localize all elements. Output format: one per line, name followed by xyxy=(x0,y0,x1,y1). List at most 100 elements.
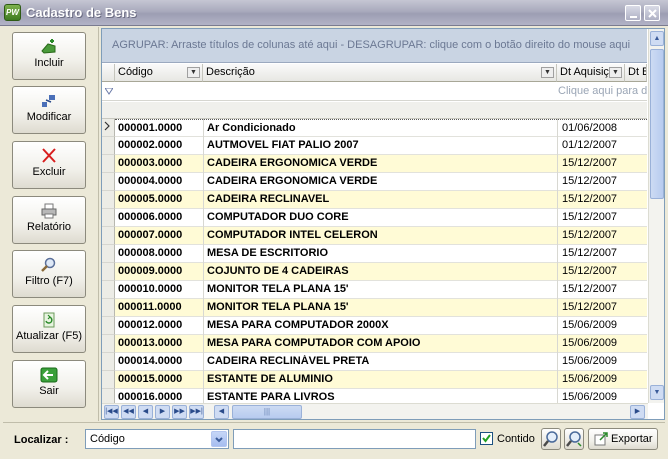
table-row[interactable]: 000005.0000 CADEIRA RECLINAVEL 15/12/2007 xyxy=(115,191,647,209)
row-indicator-header xyxy=(102,64,115,82)
cell-codigo: 000001.0000 xyxy=(118,122,183,134)
scroll-right-icon[interactable]: ▶ xyxy=(630,405,645,419)
group-by-panel[interactable]: AGRUPAR: Arraste títulos de colunas até … xyxy=(102,29,647,63)
scroll-down-icon[interactable]: ▼ xyxy=(650,385,664,400)
table-row[interactable]: 000003.0000 CADEIRA ERGONOMICA VERDE 15/12… xyxy=(115,155,647,173)
cell-descricao: CADEIRA RECLINAVEL xyxy=(207,193,330,205)
chevron-down-icon[interactable]: ▼ xyxy=(187,67,200,78)
next-record-icon[interactable]: ▶ xyxy=(155,405,170,419)
search-bar: Localizar : Código Contido Exportar xyxy=(3,422,665,456)
table-row[interactable]: 000015.0000 ESTANTE DE ALUMINIO 15/06/2009 xyxy=(115,371,647,389)
table-row[interactable]: 000009.0000 COJUNTO DE 4 CADEIRAS 15/12/20… xyxy=(115,263,647,281)
last-page-icon[interactable]: ▶▶| xyxy=(189,405,204,419)
search-input[interactable] xyxy=(233,429,476,449)
exportar-label: Exportar xyxy=(611,433,653,445)
close-icon xyxy=(648,9,657,18)
search-icon xyxy=(543,431,558,447)
cell-descricao: Ar Condicionado xyxy=(207,122,296,134)
excluir-button[interactable]: Excluir xyxy=(12,141,86,189)
table-row[interactable]: 000007.0000 COMPUTADOR INTEL CELERON 15/12… xyxy=(115,227,647,245)
previous-record-icon[interactable]: ◀ xyxy=(138,405,153,419)
vertical-scroll-thumb[interactable] xyxy=(650,49,664,199)
cell-dt-aquisicao: 15/12/2007 xyxy=(562,193,618,205)
row-indicator[interactable] xyxy=(102,263,115,281)
previous-page-icon[interactable]: ◀◀ xyxy=(121,405,136,419)
search-button[interactable] xyxy=(541,428,561,450)
table-row[interactable]: 000011.0000 MONITOR TELA PLANA 15' 15/12/2… xyxy=(115,299,647,317)
table-row[interactable]: 000014.0000 CADEIRA RECLINÁVEL PRETA 15/06… xyxy=(115,353,647,371)
row-indicator[interactable] xyxy=(102,173,115,191)
table-row[interactable]: 000013.0000 MESA PARA COMPUTADOR COM APOI… xyxy=(115,335,647,353)
data-grid: AGRUPAR: Arraste títulos de colunas até … xyxy=(101,28,665,420)
filter-row[interactable]: Clique aqui para d xyxy=(102,83,647,101)
column-header-dt-aquisicao[interactable]: Dt Aquisição ▼ xyxy=(557,64,625,82)
row-indicator[interactable] xyxy=(102,155,115,173)
relatorio-button[interactable]: Relatório xyxy=(12,196,86,244)
atualizar-button[interactable]: Atualizar (F5) xyxy=(12,305,86,353)
cell-descricao: CADEIRA ERGONOMICA VERDE xyxy=(207,175,378,187)
search-next-button[interactable] xyxy=(564,428,584,450)
row-indicator[interactable] xyxy=(102,209,115,227)
cell-codigo: 000011.0000 xyxy=(118,301,182,313)
next-page-icon[interactable]: ▶▶ xyxy=(172,405,187,419)
cell-codigo: 000008.0000 xyxy=(118,247,183,259)
cell-codigo: 000009.0000 xyxy=(118,265,183,277)
search-next-icon xyxy=(566,431,582,447)
column-header-descricao[interactable]: Descrição ▼ xyxy=(203,64,557,82)
cell-descricao: MONITOR TELA PLANA 15' xyxy=(207,301,349,313)
first-page-icon[interactable]: |◀◀ xyxy=(104,405,119,419)
row-indicator[interactable] xyxy=(102,299,115,317)
localizar-label: Localizar : xyxy=(14,434,69,446)
row-indicator[interactable] xyxy=(102,137,115,155)
modify-icon xyxy=(42,95,55,107)
exportar-button[interactable]: Exportar xyxy=(588,428,658,450)
refresh-icon xyxy=(43,312,55,328)
cell-descricao: MESA DE ESCRITORIO xyxy=(207,247,329,259)
incluir-button[interactable]: Incluir xyxy=(12,32,86,80)
relatorio-label: Relatório xyxy=(26,221,72,233)
sair-button[interactable]: Sair xyxy=(12,360,86,408)
modificar-button[interactable]: Modificar xyxy=(12,86,86,134)
cell-dt-aquisicao: 15/12/2007 xyxy=(562,211,618,223)
cell-codigo: 000002.0000 xyxy=(118,139,183,151)
table-row[interactable]: 000004.0000 CADEIRA ERGONOMICA VERDE 15/12… xyxy=(115,173,647,191)
chevron-down-icon[interactable]: ▼ xyxy=(541,67,554,78)
printer-icon xyxy=(41,203,57,219)
search-field-select[interactable]: Código xyxy=(85,429,229,449)
cell-codigo: 000006.0000 xyxy=(118,211,183,223)
row-indicator[interactable] xyxy=(102,353,115,371)
chevron-down-icon[interactable]: ▼ xyxy=(609,67,622,78)
contido-checkbox[interactable] xyxy=(480,432,493,445)
table-row[interactable]: 000006.0000 COMPUTADOR DUO CORE 15/12/2007 xyxy=(115,209,647,227)
sidebar: Incluir Modificar Excluir Relatório Filt… xyxy=(3,27,99,421)
cell-codigo: 000003.0000 xyxy=(118,157,183,169)
horizontal-scroll-thumb[interactable]: ||| xyxy=(232,405,302,419)
column-header-codigo[interactable]: Código ▼ xyxy=(115,64,203,82)
row-indicator[interactable] xyxy=(102,281,115,299)
cell-descricao: ESTANTE DE ALUMINIO xyxy=(207,373,333,385)
row-indicator[interactable] xyxy=(102,119,115,137)
chevron-down-icon[interactable] xyxy=(211,431,227,447)
cell-descricao: COMPUTADOR INTEL CELERON xyxy=(207,229,378,241)
table-row[interactable]: 000010.0000 MONITOR TELA PLANA 15' 15/12/2… xyxy=(115,281,647,299)
cell-codigo: 000014.0000 xyxy=(118,355,183,367)
row-indicator[interactable] xyxy=(102,191,115,209)
minimize-button[interactable] xyxy=(625,5,641,21)
close-button[interactable] xyxy=(644,5,660,21)
table-row[interactable]: 000001.0000 Ar Condicionado 01/06/2008 xyxy=(115,119,647,137)
row-indicator[interactable] xyxy=(102,245,115,263)
table-row[interactable]: 000008.0000 MESA DE ESCRITORIO 15/12/2007 xyxy=(115,245,647,263)
column-header-dt-baixa-label: Dt B xyxy=(628,66,646,78)
row-indicator[interactable] xyxy=(102,335,115,353)
row-indicator[interactable] xyxy=(102,227,115,245)
table-row[interactable]: 000002.0000 AUTMOVEL FIAT PALIO 2007 01/12… xyxy=(115,137,647,155)
row-indicator[interactable] xyxy=(102,317,115,335)
filtro-button[interactable]: Filtro (F7) xyxy=(12,250,86,298)
scroll-left-icon[interactable]: ◀ xyxy=(214,405,229,419)
scroll-up-icon[interactable]: ▲ xyxy=(650,31,664,46)
cell-dt-aquisicao: 15/12/2007 xyxy=(562,301,618,313)
table-row[interactable]: 000012.0000 MESA PARA COMPUTADOR 2000X 15/… xyxy=(115,317,647,335)
vertical-scrollbar[interactable]: ▲ ▼ xyxy=(648,29,664,403)
column-header-dt-baixa[interactable]: Dt B xyxy=(625,64,647,82)
row-indicator[interactable] xyxy=(102,371,115,389)
